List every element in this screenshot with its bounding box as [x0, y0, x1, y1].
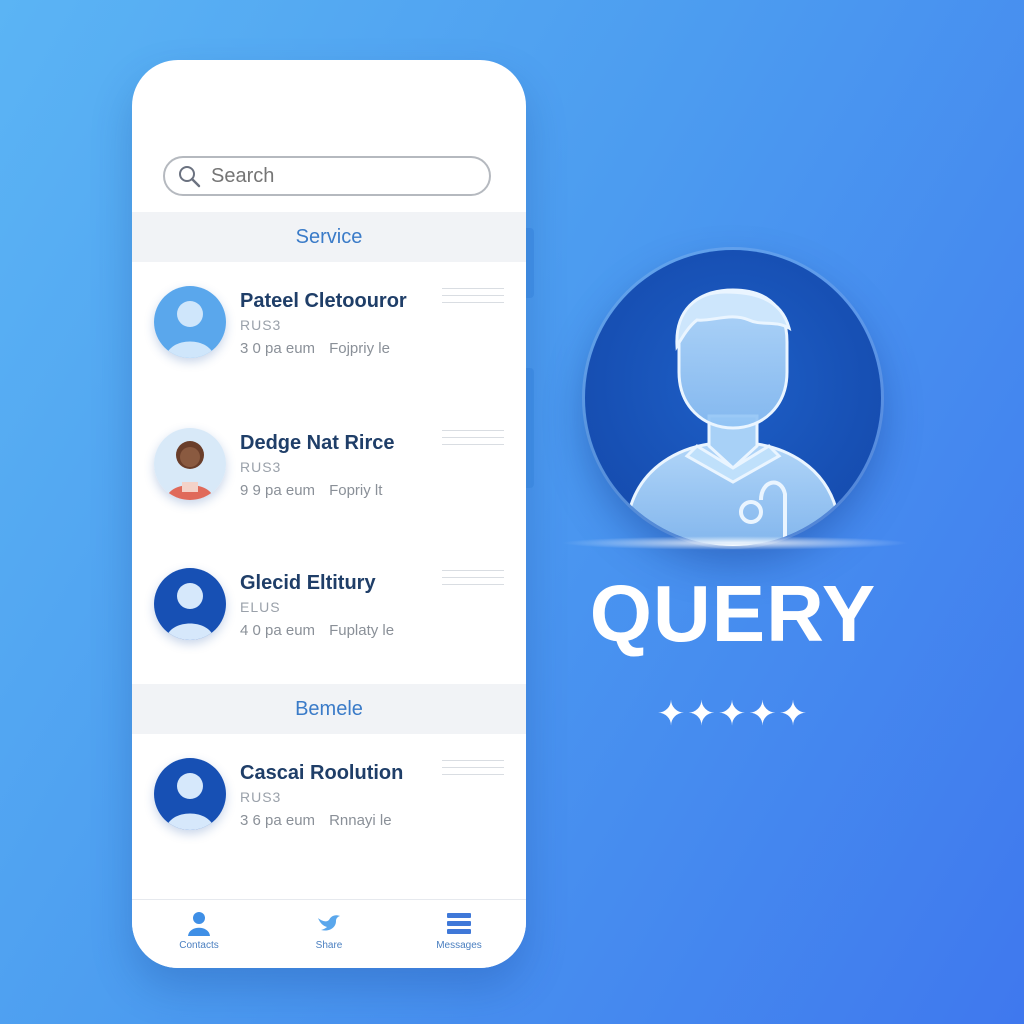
contact-code: RUS3 — [240, 789, 282, 805]
user-icon — [627, 288, 839, 546]
divider-lines — [442, 760, 504, 781]
tab-label: Messages — [436, 940, 482, 951]
contact-code: RUS3 — [240, 459, 282, 475]
hero-title: QUERY — [589, 569, 877, 658]
section-title: Bemele — [295, 697, 363, 720]
tab-share[interactable]: Share — [284, 910, 374, 951]
tab-bar: Contacts Share Messages — [132, 899, 526, 968]
person-icon — [188, 912, 210, 936]
glow-line — [560, 536, 910, 550]
contact-time: 9 9 pa eum — [240, 482, 316, 499]
list-icon — [447, 913, 471, 934]
search-icon — [179, 166, 201, 188]
tab-label: Share — [315, 940, 343, 951]
avatar — [154, 758, 226, 830]
contact-meta: 4 0 pa eum Fuplaty le — [240, 622, 394, 639]
contact-time: 3 0 pa eum — [240, 340, 316, 357]
contact-meta: 9 9 pa eum Fopriy lt — [240, 482, 382, 499]
reply-link[interactable]: Rnnayi le — [329, 812, 392, 829]
contact-name: Cascai Roolution — [240, 762, 404, 784]
section-header-bemele: Bemele — [132, 684, 526, 734]
contact-name: Dedge Nat Rirce — [240, 432, 395, 454]
divider-lines — [442, 570, 504, 591]
tab-contacts[interactable]: Contacts — [154, 910, 244, 951]
divider-lines — [442, 430, 504, 451]
phone-side-button — [526, 368, 534, 488]
contact-name: Glecid Eltitury — [240, 572, 376, 594]
contact-time: 4 0 pa eum — [240, 622, 316, 639]
tab-label: Contacts — [179, 940, 219, 951]
reply-link[interactable]: Fojpriy le — [329, 340, 390, 357]
list-item[interactable]: Dedge Nat Rirce RUS3 9 9 pa eum Fopriy lt — [154, 428, 504, 524]
contact-code: RUS3 — [240, 317, 282, 333]
avatar — [154, 568, 226, 640]
contact-code: ELUS — [240, 599, 281, 615]
list-item[interactable]: Glecid Eltitury ELUS 4 0 pa eum Fuplaty l… — [154, 568, 504, 664]
contact-name: Pateel Cletoouror — [240, 290, 407, 312]
contact-time: 3 6 pa eum — [240, 812, 316, 829]
section-header-service: Service — [132, 212, 526, 262]
rating-stars: ✦✦✦✦✦ — [656, 695, 810, 733]
contact-meta: 3 6 pa eum Rnnayi le — [240, 812, 392, 829]
tab-messages[interactable]: Messages — [414, 910, 504, 951]
user-profile-illustration — [585, 250, 881, 546]
phone-frame: Service Pateel Cletoouror RUS3 3 0 pa eu… — [132, 60, 526, 968]
reply-link[interactable]: Fuplaty le — [329, 622, 394, 639]
section-title: Service — [295, 225, 363, 248]
avatar — [154, 286, 226, 358]
bird-icon — [318, 915, 340, 931]
search-input[interactable] — [209, 163, 473, 189]
list-item[interactable]: Cascai Roolution RUS3 3 6 pa eum Rnnayi l… — [154, 758, 504, 854]
contact-meta: 3 0 pa eum Fojpriy le — [240, 340, 390, 357]
list-item[interactable]: Pateel Cletoouror RUS3 3 0 pa eum Fojpriy… — [154, 286, 504, 382]
reply-link[interactable]: Fopriy lt — [329, 482, 382, 499]
avatar — [154, 428, 226, 500]
phone-side-button — [526, 228, 534, 298]
divider-lines — [442, 288, 504, 309]
search-bar[interactable] — [163, 156, 491, 196]
